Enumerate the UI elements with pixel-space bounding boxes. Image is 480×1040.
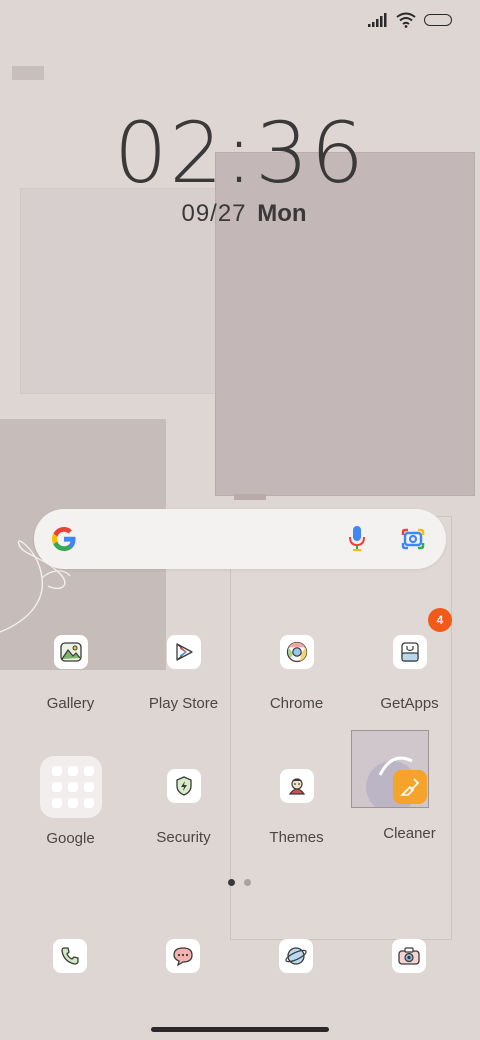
broom-icon [393, 770, 427, 804]
phone-icon [61, 947, 79, 965]
themes-icon [279, 769, 314, 803]
app-themes[interactable]: Themes [240, 769, 353, 846]
app-label: GetApps [380, 695, 439, 712]
app-label: Play Store [148, 695, 219, 712]
security-icon [166, 769, 201, 803]
app-label: Security [156, 829, 211, 846]
gallery-icon [53, 635, 88, 669]
dock-camera[interactable] [392, 939, 426, 973]
folder-google[interactable]: Google [14, 756, 127, 847]
wifi-icon [396, 12, 416, 28]
camera-icon [398, 947, 420, 965]
app-label: Google [46, 830, 95, 847]
app-cleaner[interactable]: Cleaner [353, 803, 466, 842]
app-security[interactable]: Security [127, 769, 240, 846]
app-label: Chrome [269, 695, 324, 712]
notification-badge: 4 [428, 608, 452, 632]
dock-phone[interactable] [53, 939, 87, 973]
chrome-icon [279, 635, 314, 669]
signal-icon [368, 13, 387, 27]
app-label: Gallery [46, 695, 95, 712]
date-text: 09/27 [181, 200, 247, 227]
app-gallery[interactable]: Gallery [14, 635, 127, 712]
browser-icon [285, 947, 307, 965]
page-dot-active [228, 879, 235, 886]
messages-icon [173, 947, 193, 966]
getapps-icon [392, 635, 427, 669]
status-bar [368, 12, 452, 28]
page-dot [244, 879, 251, 886]
dock-messages[interactable] [166, 939, 200, 973]
app-chrome[interactable]: Chrome [240, 635, 353, 712]
clock-date[interactable]: 09/27 Mon [0, 200, 480, 228]
google-lens-icon[interactable] [400, 527, 426, 551]
battery-icon [424, 14, 452, 26]
app-label: Themes [269, 829, 324, 846]
google-folder-icon [39, 756, 102, 818]
google-g-icon [52, 527, 76, 551]
wallpaper-tab [12, 66, 44, 80]
wallpaper-frame [230, 516, 452, 940]
play-store-icon [166, 635, 201, 669]
app-getapps[interactable]: GetApps [353, 635, 466, 712]
google-search-bar[interactable] [34, 509, 446, 569]
weekday-text: Mon [257, 200, 307, 227]
dock-browser[interactable] [279, 939, 313, 973]
mic-icon[interactable] [348, 525, 366, 553]
wallpaper-tab [234, 494, 266, 500]
clock-time[interactable]: 02:36 [0, 104, 480, 202]
app-label: Cleaner [383, 825, 436, 842]
home-indicator[interactable] [151, 1027, 329, 1032]
page-indicator[interactable] [228, 879, 251, 886]
app-play-store[interactable]: Play Store [127, 635, 240, 712]
